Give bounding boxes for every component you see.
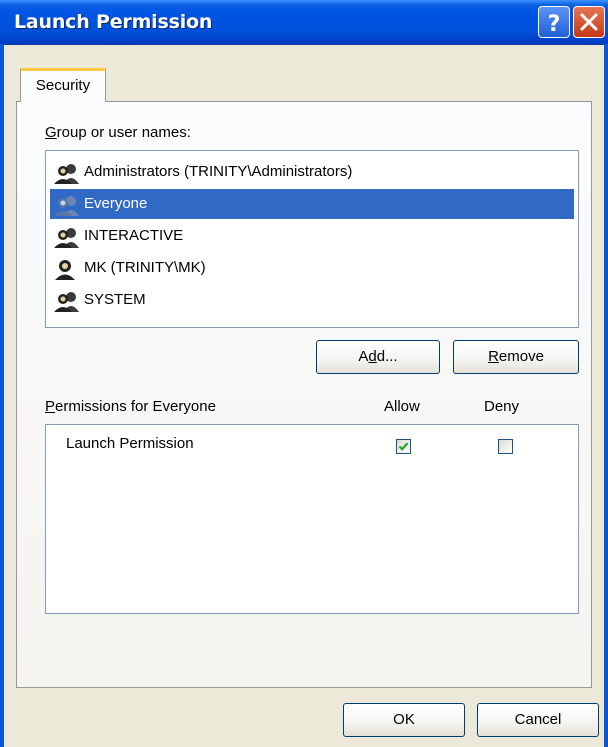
list-item[interactable]: Administrators (TRINITY\Administrators) — [50, 157, 574, 187]
list-item[interactable]: SYSTEM — [50, 285, 574, 315]
check-icon — [398, 442, 409, 451]
group-icon — [54, 292, 79, 312]
ok-button[interactable]: OK — [343, 703, 465, 737]
list-item[interactable]: INTERACTIVE — [50, 221, 574, 251]
allow-checkbox[interactable] — [396, 439, 411, 454]
help-button[interactable]: ? — [538, 6, 570, 38]
question-icon: ? — [548, 12, 561, 37]
deny-column-header: Deny — [484, 398, 520, 415]
group-icon — [54, 228, 79, 248]
tab-security[interactable]: Security — [20, 68, 106, 102]
close-icon — [580, 13, 598, 31]
window-border-right — [604, 44, 608, 747]
window-title: Launch Permission — [14, 11, 213, 33]
title-bar[interactable]: Launch Permission ? — [0, 0, 608, 45]
deny-checkbox[interactable] — [498, 439, 513, 454]
permissions-for-label: Permissions for Everyone — [45, 398, 216, 415]
permission-name: Launch Permission — [66, 435, 194, 452]
permissions-list: Launch Permission — [45, 424, 579, 614]
group-icon — [54, 196, 79, 216]
list-item[interactable]: Everyone — [50, 189, 574, 219]
users-list[interactable]: Administrators (TRINITY\Administrators) … — [45, 150, 579, 328]
add-button[interactable]: Add... — [316, 340, 440, 374]
user-icon — [55, 260, 75, 280]
group-icon — [54, 164, 79, 184]
svg-text:?: ? — [548, 12, 561, 37]
remove-button[interactable]: Remove — [453, 340, 579, 374]
allow-column-header: Allow — [384, 398, 420, 415]
cancel-button[interactable]: Cancel — [477, 703, 599, 737]
close-button[interactable] — [573, 6, 605, 38]
list-item[interactable]: MK (TRINITY\MK) — [50, 253, 574, 283]
window-border-left — [0, 44, 4, 747]
group-or-user-names-label: Group or user names: — [45, 124, 191, 141]
